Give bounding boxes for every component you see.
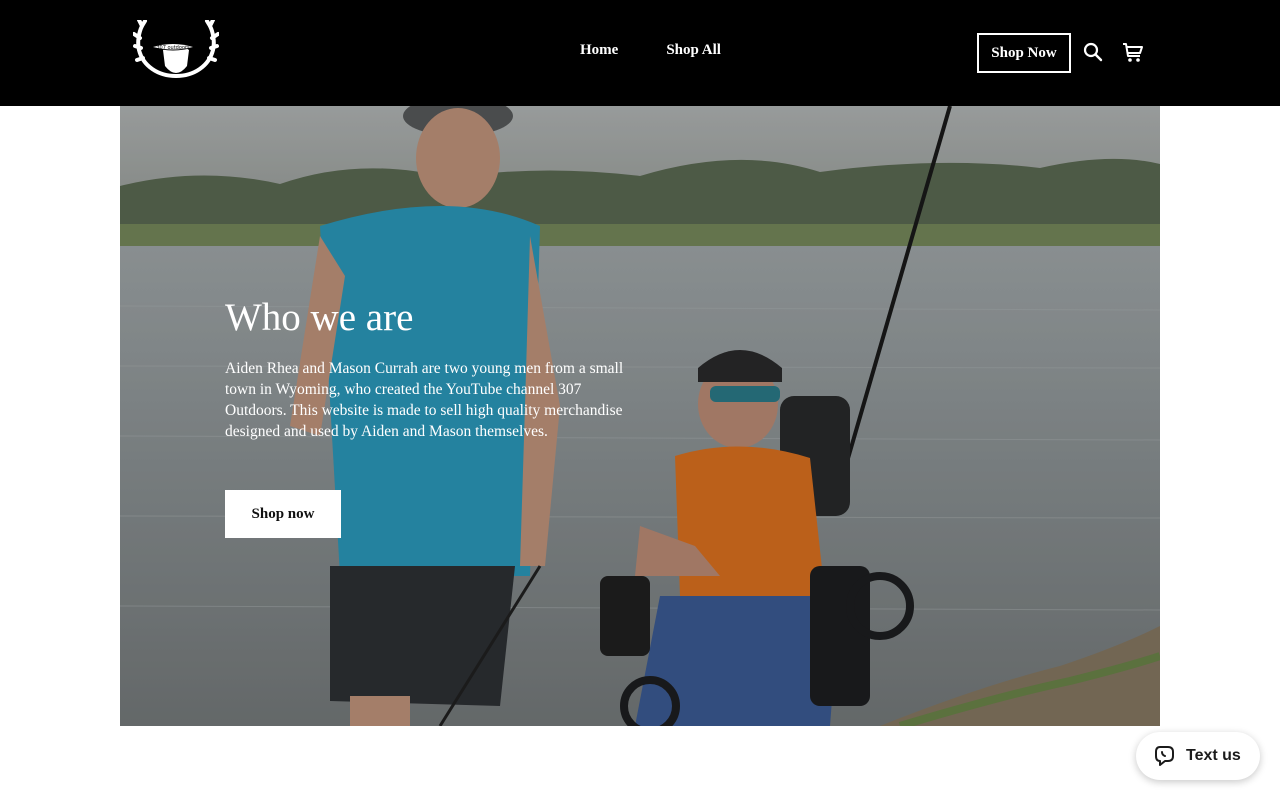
logo-text: 307 outdoors: [156, 45, 190, 51]
hero-title: Who we are: [225, 296, 414, 339]
text-us-label: Text us: [1186, 747, 1241, 764]
text-us-widget[interactable]: Text us: [1136, 732, 1260, 780]
hero-content: Who we are Aiden Rhea and Mason Currah a…: [225, 296, 645, 538]
antler-logo-icon: 307 outdoors: [133, 20, 219, 78]
site-header: 307 outdoors Home Shop All Shop Now: [0, 0, 1280, 106]
chat-icon: [1155, 746, 1174, 766]
hero-shop-now-button[interactable]: Shop now: [225, 490, 341, 538]
nav-home-link[interactable]: Home: [568, 42, 630, 59]
hero-description: Aiden Rhea and Mason Currah are two youn…: [225, 360, 624, 440]
hero-banner: Who we are Aiden Rhea and Mason Currah a…: [120, 106, 1160, 726]
nav-shop-all-link[interactable]: Shop All: [654, 42, 733, 59]
cart-icon[interactable]: [1122, 41, 1144, 63]
header-shop-now-button[interactable]: Shop Now: [977, 33, 1071, 73]
logo[interactable]: 307 outdoors: [133, 20, 219, 84]
search-icon[interactable]: [1083, 42, 1103, 62]
main-nav: Home Shop All: [568, 42, 733, 59]
